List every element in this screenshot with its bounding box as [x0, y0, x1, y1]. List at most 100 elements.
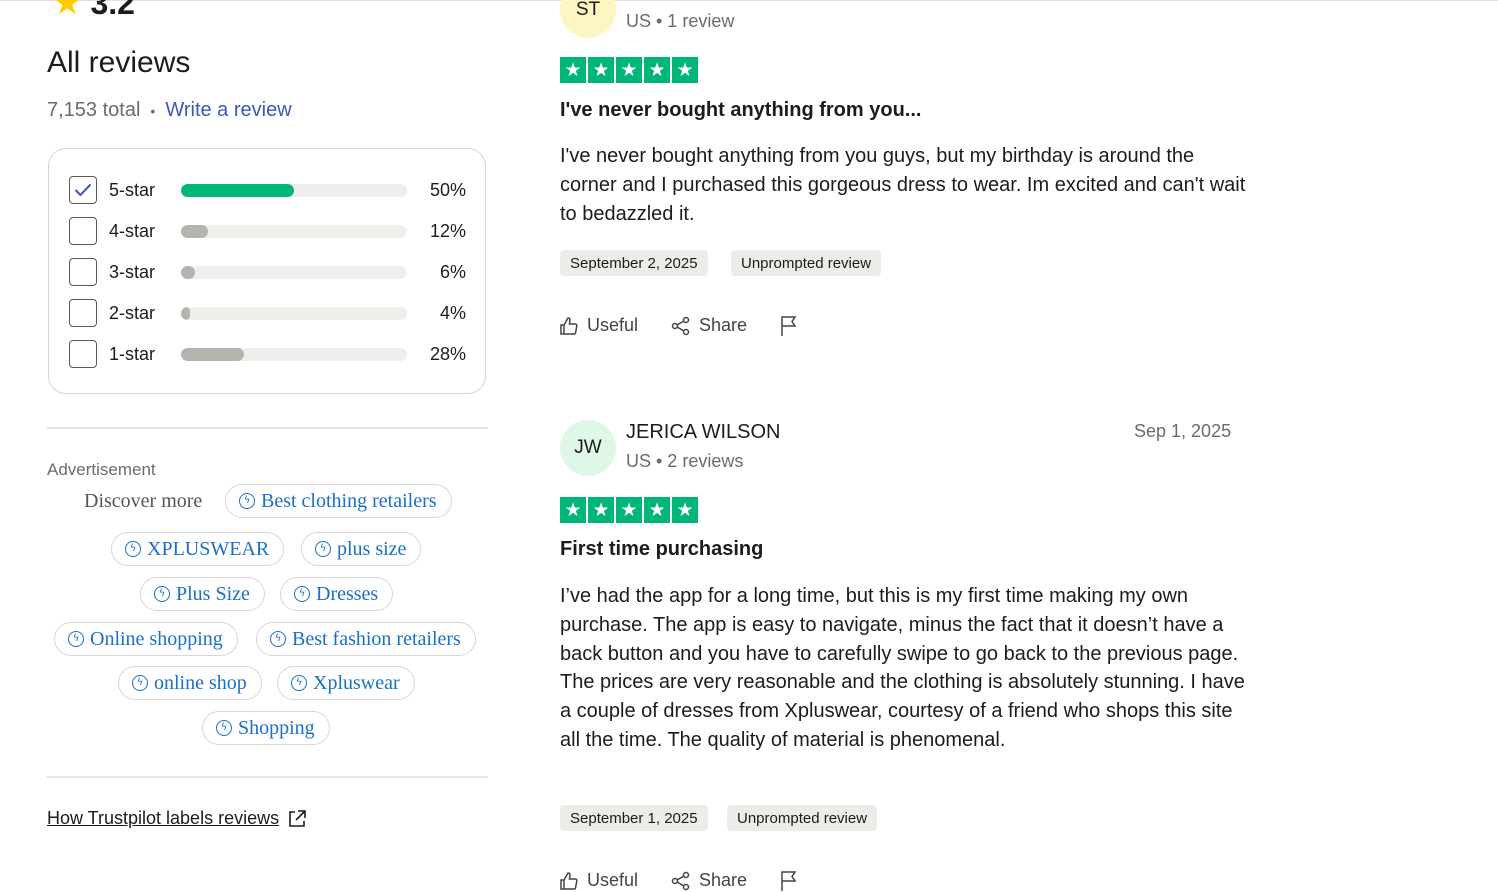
rating-bar-fill	[181, 225, 209, 238]
review-body: I’ve had the app for a long time, but th…	[560, 585, 1245, 751]
filter-percent: 50%	[429, 179, 466, 200]
checkbox-3-star[interactable]	[69, 258, 97, 286]
overall-score: ★ 3.2	[52, 0, 135, 20]
filter-row-5-star[interactable]: 5-star 50%	[69, 174, 466, 206]
star-icon: ★	[672, 497, 698, 523]
review-title[interactable]: I've never bought anything from you...	[560, 99, 921, 122]
filter-label: 3-star	[109, 261, 156, 282]
chip-label: Plus Size	[176, 582, 250, 605]
ad-chip[interactable]: ϟ Plus Size	[140, 577, 265, 611]
rating-bar-track	[181, 225, 407, 238]
avatar[interactable]: JW	[560, 420, 616, 476]
avatar[interactable]: ST	[560, 0, 616, 38]
star-icon: ★	[588, 57, 614, 83]
filter-row-3-star[interactable]: 3-star 6%	[69, 256, 466, 288]
bolt-icon: ϟ	[125, 541, 141, 557]
ad-chip[interactable]: ϟ Dresses	[280, 577, 394, 611]
checkbox-1-star[interactable]	[69, 340, 97, 368]
useful-button[interactable]: Useful	[559, 315, 638, 336]
star-icon: ★	[52, 0, 83, 22]
write-review-link[interactable]: Write a review	[165, 99, 291, 122]
link-label: How Trustpilot labels reviews	[47, 808, 280, 828]
reviewer-meta: US • 2 reviews	[626, 451, 744, 471]
ad-chip[interactable]: ϟ Shopping	[202, 711, 330, 745]
star-icon: ★	[616, 57, 642, 83]
filter-percent: 28%	[429, 343, 466, 364]
rating-bar-fill	[181, 307, 191, 320]
filter-row-2-star[interactable]: 2-star 4%	[69, 297, 466, 329]
rating-bar-fill	[181, 184, 294, 197]
share-button[interactable]: Share	[671, 315, 747, 336]
ad-chip[interactable]: ϟ Best fashion retailers	[256, 622, 476, 656]
share-label: Share	[699, 315, 748, 335]
external-link-icon	[289, 809, 306, 827]
review-date-tag: September 2, 2025	[560, 250, 708, 276]
score-value: 3.2	[90, 0, 135, 21]
star-icon: ★	[644, 57, 670, 83]
bolt-icon: ϟ	[315, 541, 331, 557]
ad-chip[interactable]: ϟ Online shopping	[54, 622, 238, 656]
star-icon: ★	[560, 497, 586, 523]
chip-label: Dresses	[316, 582, 379, 605]
chip-label: Best clothing retailers	[261, 489, 437, 512]
ad-chip[interactable]: ϟ online shop	[118, 666, 262, 700]
discover-more-label: Discover more	[84, 490, 203, 512]
unprompted-tag[interactable]: Unprompted review	[727, 805, 878, 831]
rating-bar-track	[181, 184, 407, 197]
star-icon: ★	[588, 497, 614, 523]
checkbox-2-star[interactable]	[69, 299, 97, 327]
review-date-tag: September 1, 2025	[560, 805, 708, 831]
chip-label: XPLUSWEAR	[147, 537, 270, 560]
review-title[interactable]: First time purchasing	[560, 538, 763, 561]
star-icon: ★	[672, 57, 698, 83]
chip-label: Shopping	[238, 716, 315, 739]
ad-chip[interactable]: ϟ plus size	[301, 532, 422, 566]
useful-label: Useful	[587, 315, 639, 335]
chip-label: Xpluswear	[313, 671, 400, 694]
total-count: 7,153 total	[47, 99, 141, 121]
how-trustpilot-labels-link[interactable]: How Trustpilot labels reviews	[47, 808, 307, 829]
reviewer-meta: US • 1 review	[626, 11, 735, 31]
star-icon: ★	[644, 497, 670, 523]
ad-chip[interactable]: ϟ Xpluswear	[277, 666, 415, 700]
bolt-icon: ϟ	[294, 586, 310, 602]
section-divider	[47, 776, 488, 778]
star-filter-panel: 5-star 50% 4-star 12% 3-star 6% 2-star 4…	[48, 148, 486, 394]
flag-icon	[781, 316, 797, 336]
filter-percent: 12%	[429, 220, 466, 241]
avatar-initials: ST	[575, 0, 601, 20]
ad-chip[interactable]: ϟ Best clothing retailers	[225, 484, 452, 518]
filter-percent: 4%	[439, 302, 466, 323]
top-border	[0, 0, 1498, 1]
filter-label: 5-star	[109, 179, 156, 200]
reviewer-name[interactable]: JERICA WILSON	[626, 421, 780, 444]
filter-row-1-star[interactable]: 1-star 28%	[69, 338, 466, 370]
chip-label: plus size	[337, 537, 407, 560]
star-icon: ★	[560, 57, 586, 83]
filter-label: 1-star	[109, 343, 156, 364]
ad-chip[interactable]: ϟ XPLUSWEAR	[111, 532, 285, 566]
review-date: Sep 1, 2025	[1134, 421, 1232, 441]
total-line: 7,153 total • Write a review	[47, 99, 292, 122]
checkbox-5-star[interactable]	[69, 176, 97, 204]
report-button[interactable]	[779, 870, 799, 892]
star-icon: ★	[616, 497, 642, 523]
chip-label: online shop	[154, 671, 247, 694]
advertisement-label: Advertisement	[47, 460, 156, 479]
check-icon	[74, 183, 92, 197]
filter-percent: 6%	[439, 261, 466, 282]
share-icon	[671, 316, 690, 335]
unprompted-tag[interactable]: Unprompted review	[731, 250, 882, 276]
bolt-icon: ϟ	[291, 675, 307, 691]
bolt-icon: ϟ	[68, 631, 84, 647]
filter-row-4-star[interactable]: 4-star 12%	[69, 215, 466, 247]
chip-label: Best fashion retailers	[292, 627, 461, 650]
rating-bar-track	[181, 307, 407, 320]
star-rating: ★ ★ ★ ★ ★	[560, 497, 698, 523]
rating-bar-track	[181, 266, 407, 279]
rating-bar-fill	[181, 266, 195, 279]
report-button[interactable]	[779, 315, 799, 337]
bolt-icon: ϟ	[239, 493, 255, 509]
checkbox-4-star[interactable]	[69, 217, 97, 245]
star-rating: ★ ★ ★ ★ ★	[560, 57, 698, 83]
